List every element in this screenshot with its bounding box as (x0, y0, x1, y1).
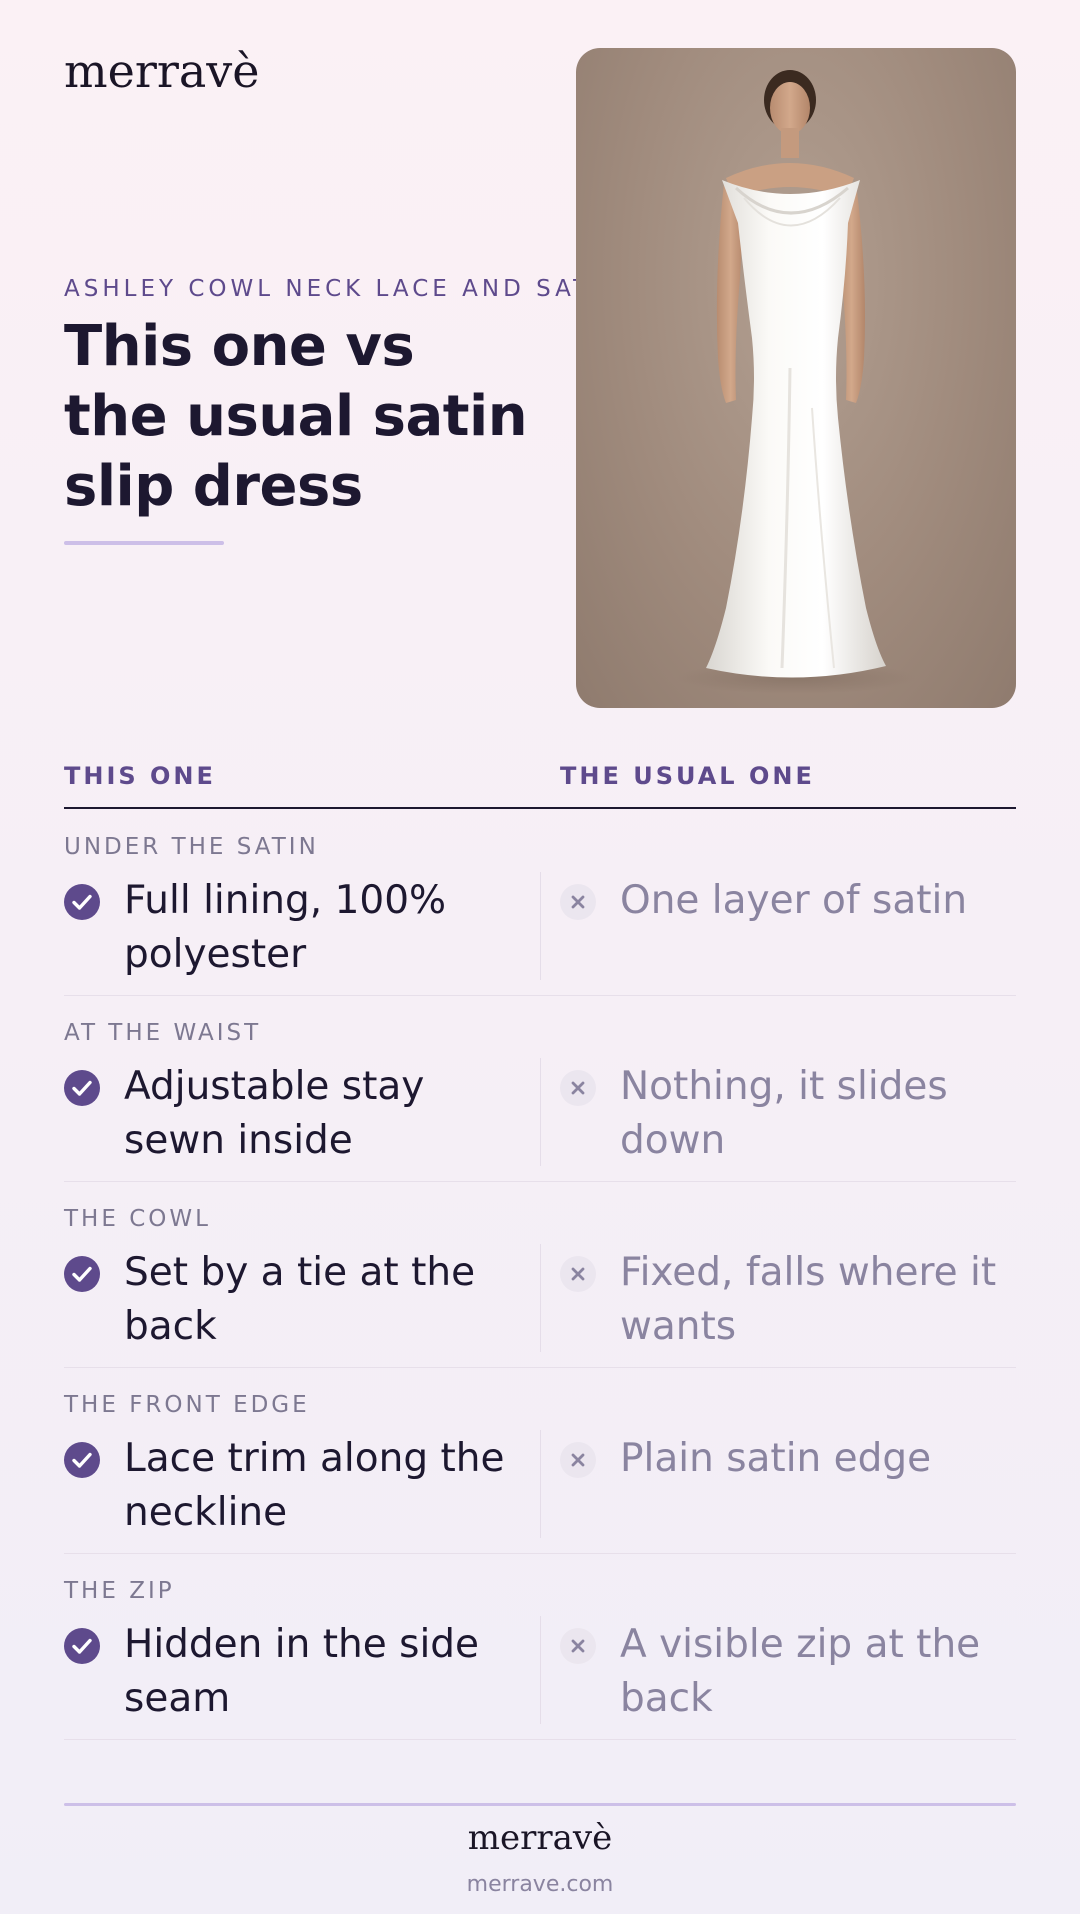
column-divider (540, 872, 541, 980)
check-circle-icon (64, 1442, 100, 1478)
column-divider (540, 1244, 541, 1352)
column-divider (540, 1058, 541, 1166)
comparison-table: UNDER THE SATIN Full lining, 100% polyes… (64, 810, 1016, 1740)
row-label: THE FRONT EDGE (64, 1392, 310, 1418)
usual-one-text: A visible zip at the back (620, 1622, 981, 1721)
check-circle-icon (64, 1070, 100, 1106)
table-row: THE ZIP Hidden in the side seam A visibl… (64, 1554, 1016, 1740)
this-one-text: Hidden in the side seam (124, 1622, 480, 1721)
x-circle-icon (560, 1256, 596, 1292)
usual-one-text: Nothing, it slides down (620, 1064, 948, 1163)
table-header-divider (64, 807, 1016, 809)
usual-one-text: One layer of satin (620, 878, 968, 923)
table-row: THE FRONT EDGE Lace trim along the neckl… (64, 1368, 1016, 1554)
table-row: UNDER THE SATIN Full lining, 100% polyes… (64, 810, 1016, 996)
x-circle-icon (560, 1070, 596, 1106)
x-circle-icon (560, 1628, 596, 1664)
model-illustration (676, 70, 916, 694)
x-circle-icon (560, 1442, 596, 1478)
x-circle-icon (560, 884, 596, 920)
table-row: THE COWL Set by a tie at the back Fixed,… (64, 1182, 1016, 1368)
usual-one-text: Plain satin edge (620, 1436, 932, 1481)
column-divider (540, 1430, 541, 1538)
check-circle-icon (64, 1256, 100, 1292)
row-label: AT THE WAIST (64, 1020, 262, 1046)
footer-brand-logo[interactable]: merravè (0, 1818, 1080, 1858)
check-circle-icon (64, 884, 100, 920)
row-label: THE ZIP (64, 1578, 175, 1604)
footer-website-link[interactable]: merrave.com (0, 1872, 1080, 1897)
product-photo[interactable] (576, 48, 1016, 708)
row-label: THE COWL (64, 1206, 211, 1232)
comparison-page: merravè ASHLEY COWL NECK LACE AND SATIN … (0, 0, 1080, 1914)
table-row: AT THE WAIST Adjustable stay sewn inside… (64, 996, 1016, 1182)
this-one-text: Lace trim along the neckline (124, 1436, 505, 1535)
this-one-text: Full lining, 100% polyester (124, 878, 447, 977)
title-underline (64, 541, 224, 545)
column-header-usual-one: THE USUAL ONE (560, 762, 815, 790)
row-label: UNDER THE SATIN (64, 834, 319, 860)
brand-logo[interactable]: merravè (64, 48, 259, 94)
usual-one-text: Fixed, falls where it wants (620, 1250, 997, 1349)
this-one-text: Adjustable stay sewn inside (124, 1064, 425, 1163)
column-divider (540, 1616, 541, 1724)
check-circle-icon (64, 1628, 100, 1664)
product-name-wrap: ASHLEY COWL NECK LACE AND SATIN (64, 276, 580, 302)
page-title: This one vs the usual satin slip dress (64, 314, 528, 519)
footer-divider (64, 1803, 1016, 1806)
this-one-text: Set by a tie at the back (124, 1250, 476, 1349)
column-header-this-one: THIS ONE (64, 762, 216, 790)
product-name: ASHLEY COWL NECK LACE AND SATIN (64, 276, 580, 302)
